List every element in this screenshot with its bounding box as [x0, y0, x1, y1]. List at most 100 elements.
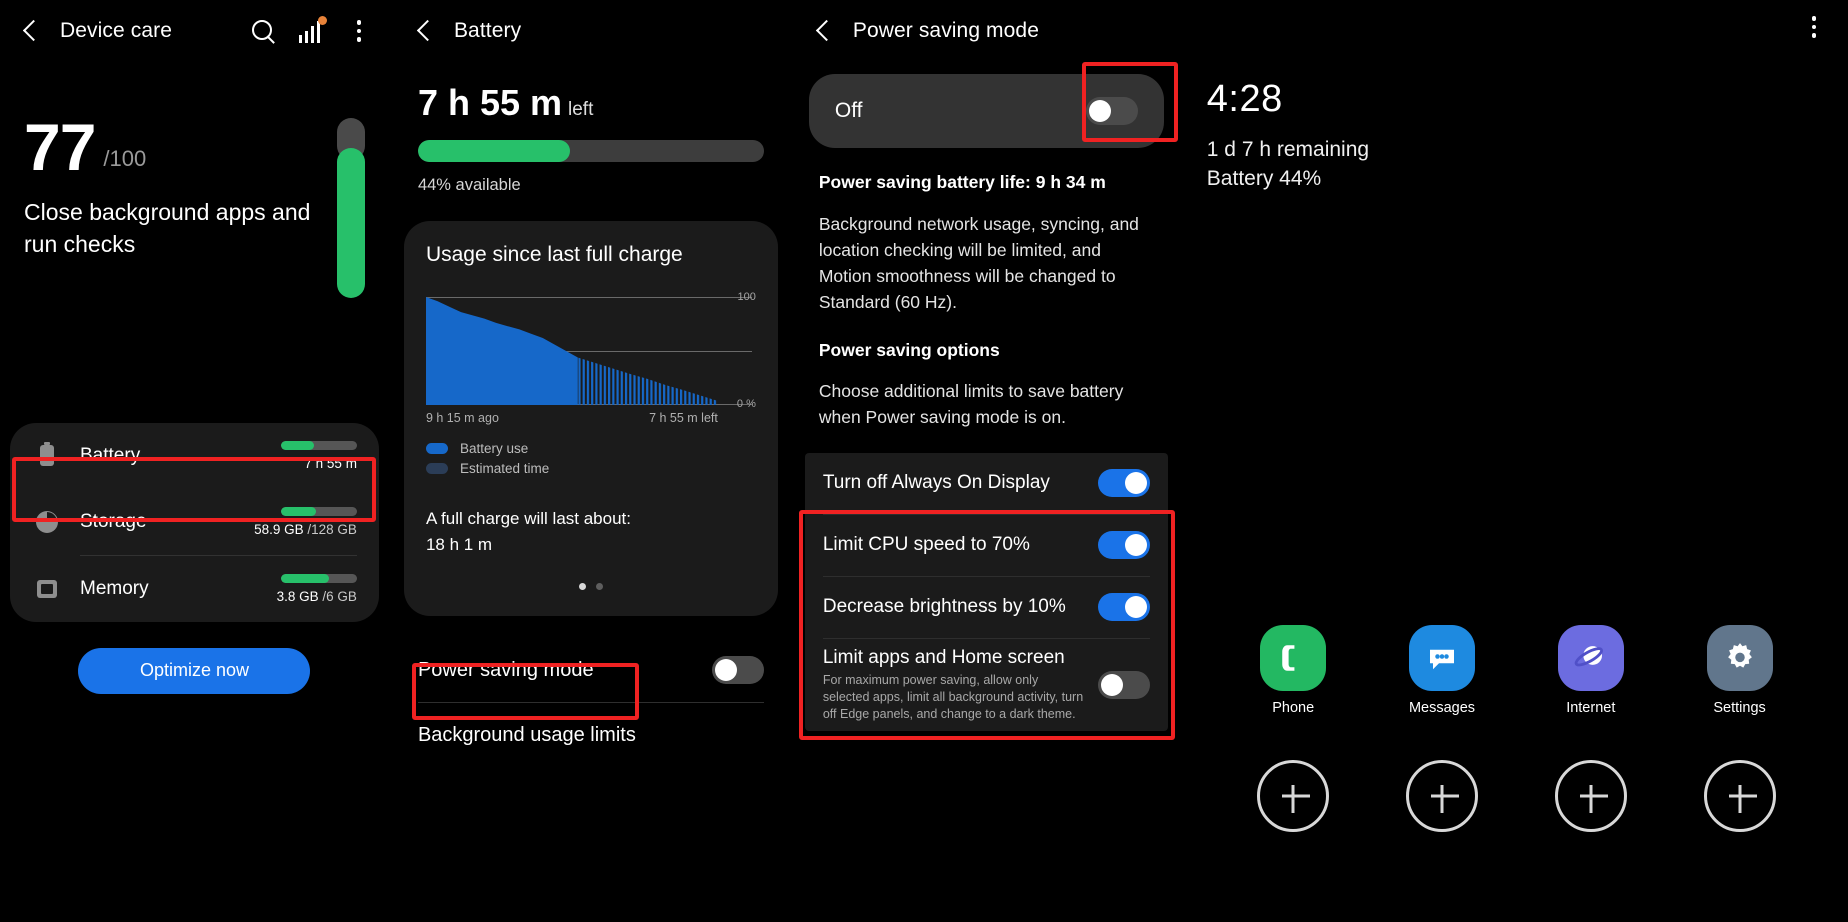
- messages-glyph: [1429, 649, 1454, 670]
- cpu-speed-toggle[interactable]: [1097, 531, 1150, 559]
- list-item-storage[interactable]: Storage 58.9 GB /128 GB: [10, 489, 379, 555]
- kebab-menu-icon[interactable]: [347, 20, 371, 42]
- page-title: Battery: [453, 19, 522, 42]
- panel-battery: Battery 7 h 55 m left 44% available Usage…: [393, 0, 788, 922]
- battery-progress-bar: [417, 140, 764, 162]
- internet-icon[interactable]: [1557, 625, 1624, 691]
- option-row-brightness[interactable]: Decrease brightness by 10%: [805, 577, 1168, 638]
- memory-mini-bar: [280, 573, 357, 583]
- carousel-dot-1[interactable]: [578, 583, 586, 590]
- storage-mini-bar: [280, 506, 357, 516]
- search-icon[interactable]: [250, 18, 277, 45]
- memory-chip-icon: [32, 579, 62, 598]
- power-saving-master-toggle[interactable]: [1085, 97, 1138, 125]
- add-app-placeholder[interactable]: [1554, 760, 1627, 832]
- app-settings[interactable]: Settings: [1685, 625, 1795, 716]
- kebab-menu-icon[interactable]: [1802, 16, 1826, 38]
- storage-pie-icon: [32, 510, 62, 533]
- remaining-line: 1 d 7 h remaining: [1206, 137, 1370, 161]
- row-background-usage-limits[interactable]: Background usage limits: [418, 703, 764, 767]
- chart-foot-left: 9 h 15 m ago: [425, 411, 499, 425]
- list-item-value: 3.8 GB /6 GB: [277, 589, 357, 604]
- time-left-suffix: left: [568, 99, 594, 120]
- page-title: Power saving mode: [852, 19, 1039, 42]
- score-row: 77 /100: [24, 110, 365, 184]
- legend-label: Battery use: [459, 441, 529, 456]
- value-main: 3.8 GB: [276, 588, 319, 604]
- always-on-display-toggle[interactable]: [1097, 469, 1150, 497]
- gear-glyph: [1727, 643, 1752, 668]
- app-phone[interactable]: Phone: [1238, 625, 1348, 716]
- battery-remaining-text: 1 d 7 h remaining Battery 44%: [1185, 135, 1848, 195]
- back-icon[interactable]: [18, 18, 44, 44]
- list-item-label: Battery: [80, 444, 141, 466]
- messages-icon[interactable]: [1408, 625, 1475, 691]
- power-saving-info: Power saving battery life: 9 h 34 m Back…: [793, 170, 1180, 431]
- power-saving-appbar: Power saving mode: [793, 0, 1180, 62]
- option-text: Turn off Always On Display: [823, 472, 1098, 494]
- optimize-now-button[interactable]: Optimize now: [78, 647, 311, 694]
- option-title: Turn off Always On Display: [822, 472, 1050, 493]
- battery-available-label: 44% available: [417, 176, 521, 194]
- brightness-toggle[interactable]: [1097, 593, 1150, 621]
- add-app-placeholder[interactable]: [1703, 760, 1776, 832]
- list-item-right: 58.9 GB /128 GB: [254, 506, 357, 537]
- device-score-section: 77 /100 Close background apps and run ch…: [0, 62, 389, 298]
- option-title: Limit apps and Home screen: [822, 646, 1065, 668]
- power-saving-options-desc: Choose additional limits to save battery…: [818, 381, 1124, 428]
- option-text: Decrease brightness by 10%: [823, 596, 1098, 618]
- option-row-cpu-speed[interactable]: Limit CPU speed to 70%: [805, 515, 1168, 576]
- page-title: Device care: [60, 19, 172, 42]
- device-care-list: Battery 7 h 55 m Storage 58.9 GB /128 GB…: [10, 422, 379, 622]
- usage-chart-card: Usage since last full charge 100 0 % 9 h…: [403, 221, 778, 616]
- list-item-value: 58.9 GB /128 GB: [254, 522, 357, 537]
- option-row-limit-apps[interactable]: Limit apps and Home screen For maximum p…: [805, 639, 1168, 731]
- list-item-memory[interactable]: Memory 3.8 GB /6 GB: [10, 556, 379, 622]
- app-label: Messages: [1408, 700, 1476, 716]
- carousel-dot-2[interactable]: [595, 583, 603, 590]
- option-text: Limit apps and Home screen For maximum p…: [823, 647, 1098, 723]
- full-charge-block: A full charge will last about: 18 h 1 m: [426, 506, 756, 557]
- power-saving-description: Background network usage, syncing, and l…: [818, 213, 1139, 313]
- internet-glyph: [1574, 646, 1603, 667]
- option-row-always-on-display[interactable]: Turn off Always On Display: [805, 453, 1168, 514]
- add-app-placeholder[interactable]: [1257, 760, 1330, 832]
- back-icon[interactable]: [811, 18, 837, 44]
- score-denominator: /100: [103, 146, 147, 172]
- panel-device-care: Device care 77 /100 Close background app…: [0, 0, 389, 922]
- carousel-dots[interactable]: [426, 583, 756, 590]
- battery-usage-chart: 100 0 %: [425, 291, 756, 410]
- legend-item-estimated-time: Estimated time: [425, 461, 756, 476]
- home-placeholder-row: [1185, 760, 1848, 832]
- device-care-appbar: Device care: [0, 0, 389, 62]
- power-saving-master-card[interactable]: Off: [808, 74, 1164, 148]
- master-state-label: Off: [834, 99, 863, 122]
- legend-item-battery-use: Battery use: [425, 441, 756, 456]
- battery-percent-line: Battery 44%: [1206, 167, 1322, 191]
- row-power-saving-mode[interactable]: Power saving mode: [418, 638, 764, 702]
- app-dock: Phone Messages Internet Settings: [1185, 625, 1848, 716]
- phone-icon[interactable]: [1260, 625, 1327, 691]
- app-label: Settings: [1713, 700, 1766, 716]
- gear-icon[interactable]: [1706, 625, 1773, 691]
- legend-label: Estimated time: [459, 461, 550, 476]
- option-title: Limit CPU speed to 70%: [822, 534, 1030, 555]
- option-description: For maximum power saving, allow only sel…: [822, 672, 1084, 721]
- legend-color-swatch: [425, 463, 448, 474]
- signal-bars-icon[interactable]: [298, 16, 327, 43]
- add-app-placeholder[interactable]: [1405, 760, 1478, 832]
- phone-glyph: [1282, 645, 1295, 671]
- option-title: Decrease brightness by 10%: [822, 596, 1066, 617]
- list-item-battery[interactable]: Battery 7 h 55 m: [10, 423, 379, 489]
- limit-apps-toggle[interactable]: [1097, 670, 1150, 699]
- score-value: 77: [24, 110, 96, 184]
- app-internet[interactable]: Internet: [1536, 625, 1646, 716]
- back-icon[interactable]: [412, 18, 438, 44]
- app-messages[interactable]: Messages: [1387, 625, 1497, 716]
- list-item-right: 3.8 GB /6 GB: [277, 573, 357, 604]
- battery-mini-bar: [280, 440, 357, 450]
- home-top-bar: [1185, 0, 1848, 38]
- power-saving-mode-toggle[interactable]: [711, 656, 764, 684]
- list-item-value: 7 h 55 m: [281, 456, 357, 471]
- app-label: Internet: [1566, 700, 1616, 716]
